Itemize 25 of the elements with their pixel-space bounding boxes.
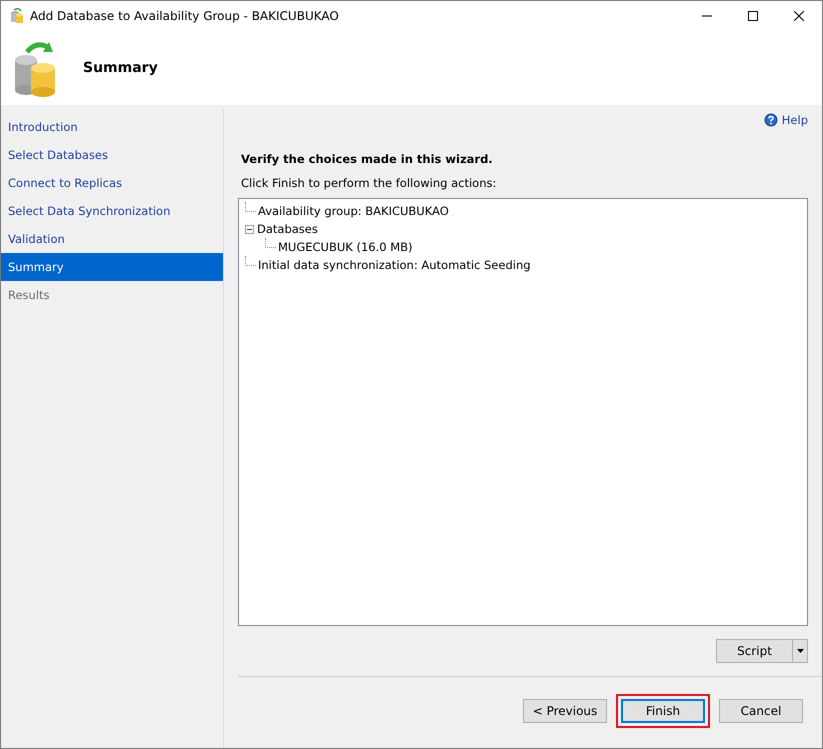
help-icon [764,113,778,127]
window-title: Add Database to Availability Group - BAKICUBUKAO [30,9,340,23]
app-icon [10,8,24,24]
dropdown-icon [796,649,804,653]
tree-item: Availability group: BAKICUBUKAO [258,204,449,218]
summary-heading: Verify the choices made in this wizard. [241,152,494,166]
close-icon [794,11,804,21]
collapse-icon[interactable] [245,224,254,234]
tree-item: Databases [257,222,318,236]
dialog-button[interactable]: Cancel [719,699,803,723]
tree-item: MUGECUBUK (16.0 MB) [278,240,413,254]
help-button[interactable]: Help [764,113,808,127]
sidebar-item[interactable]: Summary [1,253,223,281]
dialog-button[interactable]: Finish [621,699,705,723]
sidebar-item[interactable]: Validation [1,225,223,253]
sidebar-item[interactable]: Connect to Replicas [1,169,223,197]
page-title: Summary [83,60,158,76]
sidebar-item[interactable]: Select Data Synchronization [1,197,223,225]
maximize-icon [748,11,758,21]
tree-item: Initial data synchronization: Automatic Seeding [258,258,531,272]
dialog-button[interactable]: < Previous [523,699,607,723]
sidebar-item[interactable]: Select Databases [1,141,223,169]
instruction-text: Click Finish to perform the following actions: [241,176,498,190]
sidebar-item[interactable]: Introduction [1,113,223,141]
script-button[interactable]: Script [716,639,808,663]
